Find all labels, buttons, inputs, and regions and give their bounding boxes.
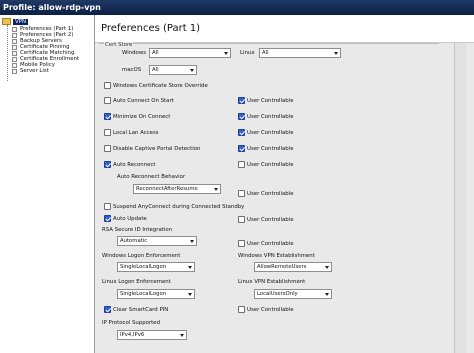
page-icon: [12, 44, 17, 50]
macos-label: macOS: [122, 67, 142, 73]
macos-cert-store-select[interactable]: All: [149, 65, 197, 75]
windows-vpn-establishment-label: Windows VPN Establishment: [238, 253, 315, 259]
auto-reconnect-user-controllable-checkbox[interactable]: [238, 161, 245, 168]
chevron-down-icon: [187, 264, 193, 270]
auto-connect-on-start-label: Auto Connect On Start: [113, 98, 174, 104]
windows-logon-enforcement-select[interactable]: SingleLocalLogon: [117, 262, 195, 272]
windows-cert-store-override-label: Windows Certificate Store Override: [113, 83, 208, 89]
clear-smartcard-pin-label: Clear SmartCard PIN: [113, 307, 169, 313]
windows-logon-enforcement-label: Windows Logon Enforcement: [102, 253, 181, 259]
page-title: Preferences (Part 1): [101, 23, 201, 34]
panel-header: Preferences (Part 1): [95, 15, 474, 43]
auto-reconnect-user-controllable-label: User Controllable: [247, 162, 294, 168]
tree-root-label: VPN: [13, 18, 28, 25]
local-lan-access-checkbox[interactable]: [104, 129, 111, 136]
linux-vpn-establishment-select[interactable]: LocalUsersOnly: [254, 289, 332, 299]
chevron-down-icon: [189, 67, 195, 73]
windows-label: Windows: [122, 50, 147, 56]
auto-reconnect-behavior-label: Auto Reconnect Behavior: [117, 174, 186, 180]
auto-connect-user-controllable-label: User Controllable: [247, 98, 294, 104]
auto-update-label: Auto Update: [113, 216, 147, 222]
minimize-on-connect-label: Minimize On Connect: [113, 114, 171, 120]
chevron-down-icon: [324, 264, 330, 270]
profile-title-bar: Profile: allow-rdp-vpn: [0, 0, 474, 15]
folder-icon: [2, 18, 11, 25]
local-lan-user-controllable-checkbox[interactable]: [238, 129, 245, 136]
ip-protocol-label: IP Protocol Supported: [102, 320, 161, 326]
auto-update-checkbox[interactable]: [104, 215, 111, 222]
auto-reconnect-behavior-user-controllable-label: User Controllable: [247, 191, 294, 197]
linux-vpn-establishment-label: Linux VPN Establishment: [238, 279, 306, 285]
tree-connector: [7, 25, 9, 81]
ip-protocol-select[interactable]: IPv4,IPv6: [117, 330, 187, 340]
tree-root-vpn[interactable]: VPN: [2, 18, 28, 25]
suspend-anyconnect-label: Suspend AnyConnect during Connected Stan…: [113, 204, 245, 210]
tree-item-server-list[interactable]: Server List: [12, 68, 79, 74]
page-icon: [12, 56, 17, 62]
auto-update-user-controllable-label: User Controllable: [247, 217, 294, 223]
chevron-down-icon: [179, 332, 185, 338]
auto-reconnect-behavior-user-controllable-checkbox[interactable]: [238, 190, 245, 197]
page-icon: [12, 50, 17, 56]
windows-vpn-establishment-select[interactable]: AllowRemoteUsers: [254, 262, 332, 272]
minimize-user-controllable-checkbox[interactable]: [238, 113, 245, 120]
page-icon: [12, 68, 17, 74]
clear-pin-user-controllable-label: User Controllable: [247, 307, 294, 313]
suspend-anyconnect-checkbox[interactable]: [104, 203, 111, 210]
preferences-panel: Preferences (Part 1) Cert Store Windows …: [95, 15, 474, 353]
profile-title: Profile: allow-rdp-vpn: [3, 3, 101, 12]
disable-captive-portal-checkbox[interactable]: [104, 145, 111, 152]
rsa-securid-select[interactable]: Automatic: [117, 236, 197, 246]
chevron-down-icon: [324, 291, 330, 297]
auto-reconnect-label: Auto Reconnect: [113, 162, 156, 168]
linux-logon-enforcement-select[interactable]: SingleLocalLogon: [117, 289, 195, 299]
chevron-down-icon: [187, 291, 193, 297]
minimize-user-controllable-label: User Controllable: [247, 114, 294, 120]
captive-portal-user-controllable-checkbox[interactable]: [238, 145, 245, 152]
rsa-securid-label: RSA Secure ID Integration: [102, 227, 173, 233]
linux-label: Linux: [240, 50, 255, 56]
clear-pin-user-controllable-checkbox[interactable]: [238, 306, 245, 313]
linux-logon-enforcement-label: Linux Logon Enforcement: [102, 279, 171, 285]
chevron-down-icon: [223, 50, 229, 56]
auto-connect-user-controllable-checkbox[interactable]: [238, 97, 245, 104]
page-icon: [12, 26, 17, 32]
chevron-down-icon: [333, 50, 339, 56]
chevron-down-icon: [213, 186, 219, 192]
disable-captive-portal-label: Disable Captive Portal Detection: [113, 146, 201, 152]
auto-connect-on-start-checkbox[interactable]: [104, 97, 111, 104]
page-icon: [12, 32, 17, 38]
vertical-scrollbar[interactable]: [454, 43, 466, 353]
chevron-down-icon: [189, 238, 195, 244]
auto-update-user-controllable-checkbox[interactable]: [238, 216, 245, 223]
auto-reconnect-behavior-select[interactable]: ReconnectAfterResume: [133, 184, 221, 194]
rsa-user-controllable-label: User Controllable: [247, 241, 294, 247]
page-icon: [12, 38, 17, 44]
auto-reconnect-checkbox[interactable]: [104, 161, 111, 168]
captive-portal-user-controllable-label: User Controllable: [247, 146, 294, 152]
minimize-on-connect-checkbox[interactable]: [104, 113, 111, 120]
local-lan-user-controllable-label: User Controllable: [247, 130, 294, 136]
profile-tree: VPN Preferences (Part 1) Preferences (Pa…: [0, 15, 95, 353]
local-lan-access-label: Local Lan Access: [113, 130, 159, 136]
rsa-user-controllable-checkbox[interactable]: [238, 240, 245, 247]
cert-store-group-label: Cert Store: [104, 42, 134, 48]
linux-cert-store-select[interactable]: All: [259, 48, 341, 58]
page-icon: [12, 62, 17, 68]
windows-cert-store-override-checkbox[interactable]: [104, 82, 111, 89]
windows-cert-store-select[interactable]: All: [149, 48, 231, 58]
clear-smartcard-pin-checkbox[interactable]: [104, 306, 111, 313]
